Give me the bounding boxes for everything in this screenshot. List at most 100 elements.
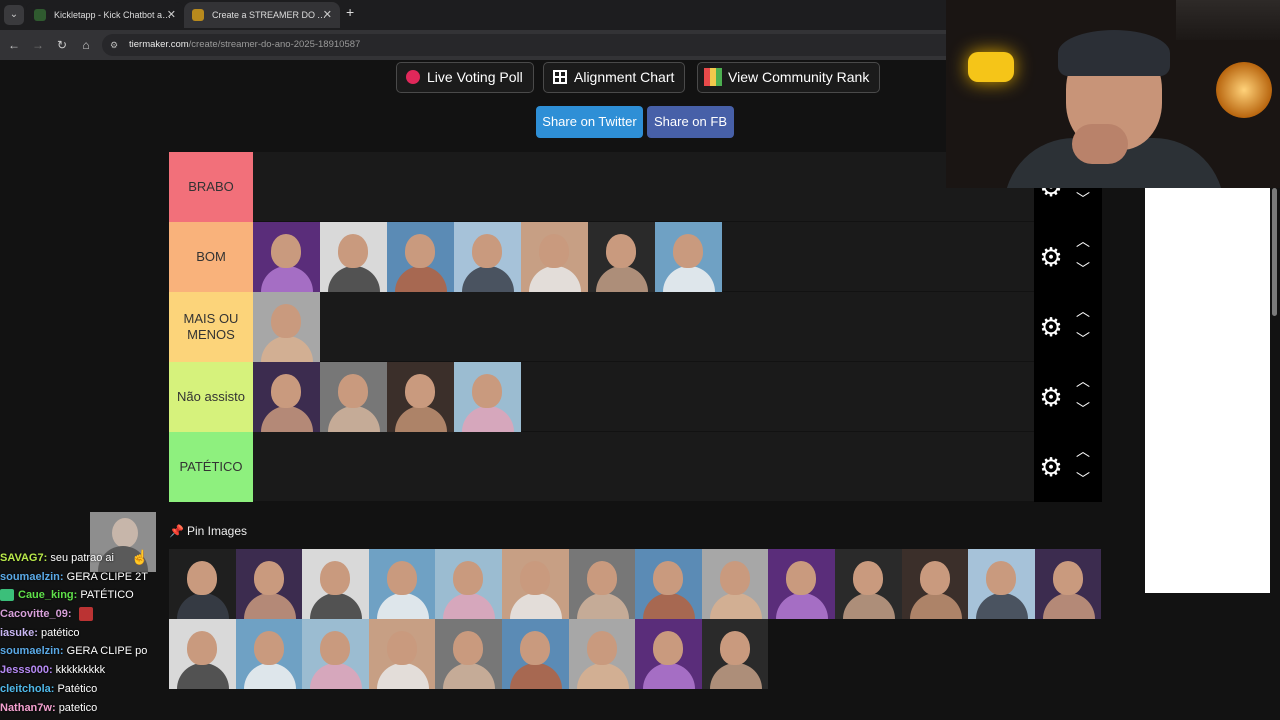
new-tab-button[interactable]: + — [346, 4, 360, 20]
chevron-up-icon[interactable]: ︿ — [1072, 442, 1094, 460]
chevron-down-icon[interactable]: ﹀ — [1072, 470, 1094, 488]
webcam-lamp — [968, 52, 1014, 82]
chat-text: kkkkkkkkk — [55, 664, 106, 677]
alignment-chart-button[interactable]: Alignment Chart — [543, 62, 686, 93]
chat-text: seu patrao ai — [50, 552, 114, 564]
kicklet-favicon-icon — [34, 9, 46, 21]
pool-image[interactable] — [635, 549, 702, 619]
emote-icon — [78, 607, 93, 622]
tier-items — [253, 362, 521, 432]
pool-image[interactable] — [235, 619, 303, 689]
chevron-down-icon[interactable]: ﹀ — [1072, 330, 1094, 348]
chat-username: iasuke: — [0, 626, 38, 639]
tier-label[interactable]: Não assisto — [169, 362, 253, 432]
tab-tiermaker[interactable]: Create a STREAMER DO ANO ( ✕ — [184, 2, 340, 28]
pool-image[interactable] — [435, 619, 502, 689]
tab-kicklet[interactable]: Kickletapp - Kick Chatbot and ✕ — [26, 2, 184, 28]
close-tab-icon[interactable]: ✕ — [167, 2, 176, 28]
pool-image[interactable] — [235, 549, 303, 619]
reload-icon[interactable]: ↻ — [54, 37, 70, 53]
tier-label[interactable]: MAIS OU MENOS — [169, 292, 253, 362]
pool-image[interactable] — [368, 619, 436, 689]
close-tab-icon[interactable]: ✕ — [323, 2, 332, 28]
tier-label[interactable]: BRABO — [169, 152, 253, 222]
site-info-icon[interactable]: ⚙ — [110, 39, 122, 51]
chevron-up-icon[interactable]: ︿ — [1072, 372, 1094, 390]
tier-image[interactable] — [454, 222, 521, 292]
pool-image[interactable] — [169, 619, 236, 689]
pool-image[interactable] — [901, 549, 969, 619]
pool-image[interactable] — [302, 549, 369, 619]
tier-image[interactable] — [253, 362, 320, 432]
chat-username: Cacovitte_09: — [0, 608, 72, 621]
tier-image[interactable] — [320, 362, 387, 432]
tier-image[interactable] — [253, 292, 320, 362]
tier-controls: ⚙ ︿ ﹀ — [1034, 222, 1102, 292]
tier-image[interactable] — [521, 222, 588, 292]
streamer-cap — [1058, 30, 1170, 76]
chat-message: soumaelzin: GERA CLIPE 2T — [0, 568, 170, 587]
pool-image[interactable] — [834, 549, 902, 619]
pool-image[interactable] — [169, 549, 236, 619]
tier-items — [253, 292, 320, 362]
chat-text: GERA CLIPE 2T — [66, 570, 148, 583]
pool-image[interactable] — [1034, 549, 1102, 619]
chevron-up-icon[interactable]: ︿ — [1072, 232, 1094, 250]
tier-controls: ⚙ ︿ ﹀ — [1034, 292, 1102, 362]
forward-icon[interactable]: → — [30, 37, 46, 53]
tab-search-button[interactable]: ⌄ — [4, 5, 24, 25]
pool-image[interactable] — [701, 549, 769, 619]
tier-row: PATÉTICO ⚙ ︿ ﹀ — [169, 432, 1102, 502]
screen: { "browser": { "tabs": [ {"title": "Kick… — [0, 0, 1280, 720]
tier-image[interactable] — [454, 362, 521, 432]
pool-image[interactable] — [435, 549, 502, 619]
tier-controls: ⚙ ︿ ﹀ — [1034, 432, 1102, 502]
chevron-up-icon[interactable]: ︿ — [1072, 302, 1094, 320]
pin-label: Pin Images — [187, 524, 248, 538]
chat-text: GERA CLIPE po — [66, 645, 148, 658]
url-text: tiermaker.com/create/streamer-do-ano-202… — [129, 39, 361, 50]
rank-grid-icon — [704, 68, 722, 86]
pool-image[interactable] — [568, 549, 636, 619]
chat-message: Cacovitte_09: — [0, 605, 170, 624]
gear-icon[interactable]: ⚙ — [1037, 313, 1065, 341]
gear-icon[interactable]: ⚙ — [1037, 243, 1065, 271]
tier-image[interactable] — [253, 222, 320, 292]
back-icon[interactable]: ← — [6, 37, 22, 53]
sub-badge-icon — [0, 589, 14, 602]
chat-overlay: SAVAG7: seu patrao ai soumaelzin: GERA CL… — [0, 549, 170, 717]
pool-image[interactable] — [635, 619, 702, 689]
chat-message: iasuke: patético — [0, 624, 170, 643]
pool-image[interactable] — [568, 619, 636, 689]
pool-image[interactable] — [701, 619, 769, 689]
chat-text: Patético — [57, 682, 98, 695]
chevron-down-icon[interactable]: ﹀ — [1072, 400, 1094, 418]
home-icon[interactable]: ⌂ — [78, 37, 94, 53]
scrollbar-thumb[interactable] — [1272, 188, 1277, 316]
share-twitter-button[interactable]: Share on Twitter — [536, 106, 643, 138]
view-community-rank-button[interactable]: View Community Rank — [697, 62, 881, 93]
share-fb-button[interactable]: Share on FB — [647, 106, 734, 138]
tier-image[interactable] — [655, 222, 722, 292]
chevron-down-icon[interactable]: ﹀ — [1072, 190, 1094, 208]
tier-label[interactable]: BOM — [169, 222, 253, 292]
pool-image[interactable] — [302, 619, 369, 689]
tier-image[interactable] — [387, 362, 454, 432]
pool-image[interactable] — [968, 549, 1035, 619]
gear-icon[interactable]: ⚙ — [1037, 453, 1065, 481]
pool-image[interactable] — [368, 549, 436, 619]
chevron-down-icon[interactable]: ﹀ — [1072, 260, 1094, 278]
tab-title: Kickletapp - Kick Chatbot and — [54, 10, 172, 20]
pool-image[interactable] — [501, 549, 569, 619]
tier-image[interactable] — [387, 222, 454, 292]
gear-icon[interactable]: ⚙ — [1037, 383, 1065, 411]
tier-image[interactable] — [588, 222, 655, 292]
tier-image[interactable] — [320, 222, 387, 292]
pool-image[interactable] — [501, 619, 569, 689]
live-voting-poll-button[interactable]: Live Voting Poll — [396, 62, 534, 93]
tier-label[interactable]: PATÉTICO — [169, 432, 253, 502]
pool-image[interactable] — [768, 549, 835, 619]
pin-images-toggle[interactable]: 📌 Pin Images — [169, 522, 247, 540]
chat-username: cleitchola: — [0, 682, 55, 695]
chat-text: patetico — [58, 701, 98, 714]
